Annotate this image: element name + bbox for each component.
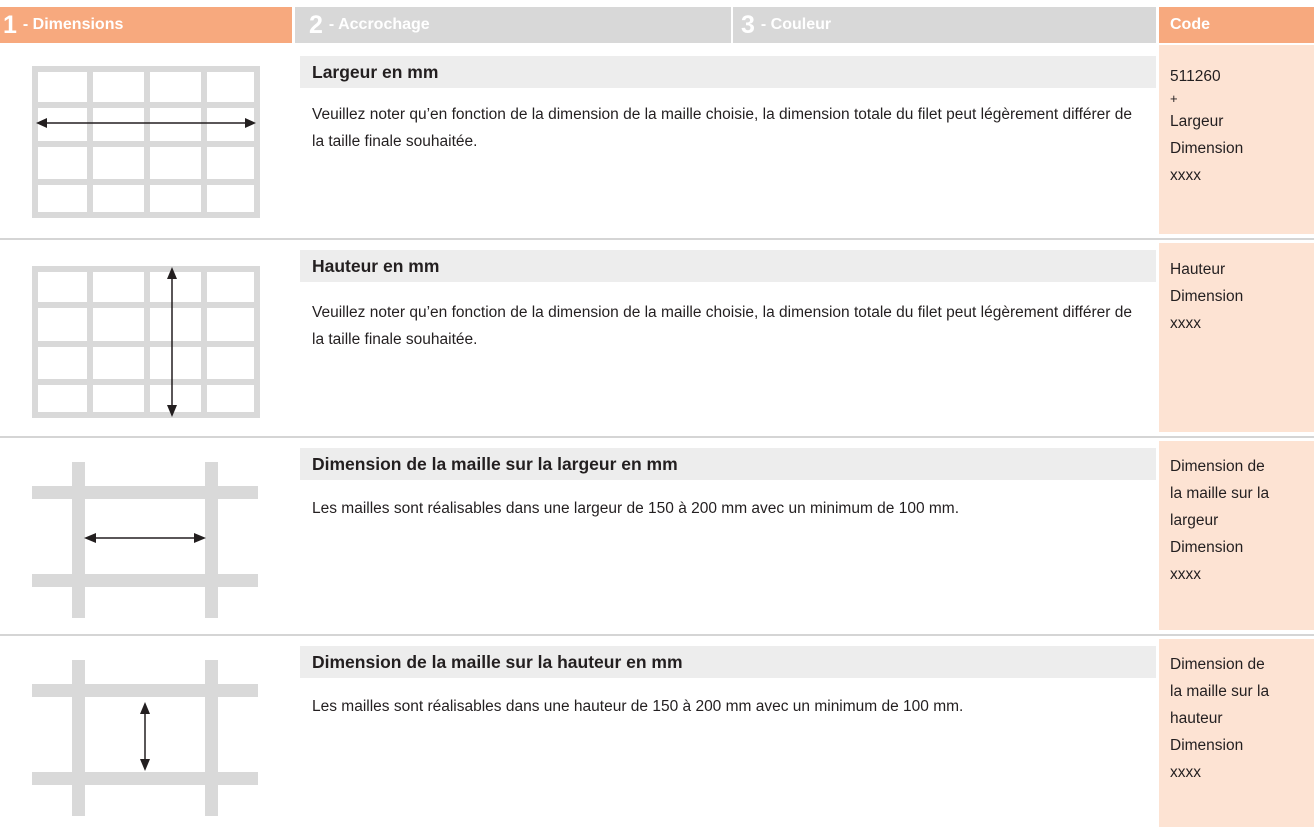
row-description: Les mailles sont réalisables dans une la…: [312, 500, 960, 517]
mesh-width-arrow-icon: [32, 462, 258, 618]
code-line: la maille sur la: [1170, 683, 1270, 700]
code-line: xxxx: [1170, 315, 1201, 332]
tab-code: Code: [1159, 7, 1314, 43]
row-title: Largeur en mm: [300, 56, 1156, 88]
mesh-height-arrow-icon: [32, 660, 258, 816]
code-line: Dimension de: [1170, 458, 1265, 475]
code-line: largeur: [1170, 512, 1219, 529]
code-line: xxxx: [1170, 167, 1201, 184]
tab-dimensions[interactable]: 1 - Dimensions: [0, 7, 292, 43]
row-title: Dimension de la maille sur la largeur en…: [300, 448, 1156, 480]
code-line: +: [1170, 91, 1178, 106]
row-title: Dimension de la maille sur la hauteur en…: [300, 646, 1156, 678]
tab-number: 3: [741, 10, 755, 39]
code-line: Dimension: [1170, 140, 1244, 157]
code-line: Dimension: [1170, 737, 1244, 754]
tab-label: - Dimensions: [22, 16, 124, 33]
row-description: Les mailles sont réalisables dans une ha…: [312, 698, 964, 715]
grid-height-arrow-icon: [32, 266, 260, 418]
tab-label: Code: [1170, 16, 1210, 33]
code-line: Hauteur: [1170, 261, 1226, 278]
tab-accrochage[interactable]: 2 - Accrochage: [295, 7, 731, 43]
tab-couleur[interactable]: 3 - Couleur: [733, 7, 1156, 43]
row-description: Veuillez noter qu’en fonction de la dime…: [312, 106, 1132, 150]
row-divider: [0, 436, 1314, 438]
code-line: Dimension de: [1170, 656, 1265, 673]
code-line: Largeur: [1170, 113, 1224, 130]
code-line: xxxx: [1170, 566, 1201, 583]
tab-number: 1: [3, 10, 17, 39]
code-line: Dimension: [1170, 288, 1244, 305]
row-divider: [0, 634, 1314, 636]
code-line: hauteur: [1170, 710, 1223, 727]
row-code: Hauteur Dimension xxxx: [1170, 256, 1312, 337]
row-description: Veuillez noter qu’en fonction de la dime…: [312, 304, 1132, 348]
row-divider: [0, 238, 1314, 240]
row-title: Hauteur en mm: [300, 250, 1156, 282]
tab-label: - Couleur: [760, 16, 832, 33]
code-line: 511260: [1170, 68, 1221, 85]
code-line: la maille sur la: [1170, 485, 1270, 502]
row-code: Dimension de la maille sur la hauteur Di…: [1170, 651, 1312, 786]
code-line: Dimension: [1170, 539, 1244, 556]
tab-number: 2: [309, 10, 323, 39]
grid-width-arrow-icon: [32, 66, 260, 218]
step-tabs: 1 - Dimensions 2 - Accrochage 3 - Couleu…: [0, 7, 1314, 43]
row-code: 511260 + Largeur Dimension xxxx: [1170, 63, 1312, 189]
code-line: xxxx: [1170, 764, 1201, 781]
row-code: Dimension de la maille sur la largeur Di…: [1170, 453, 1312, 588]
tab-label: - Accrochage: [328, 16, 430, 33]
